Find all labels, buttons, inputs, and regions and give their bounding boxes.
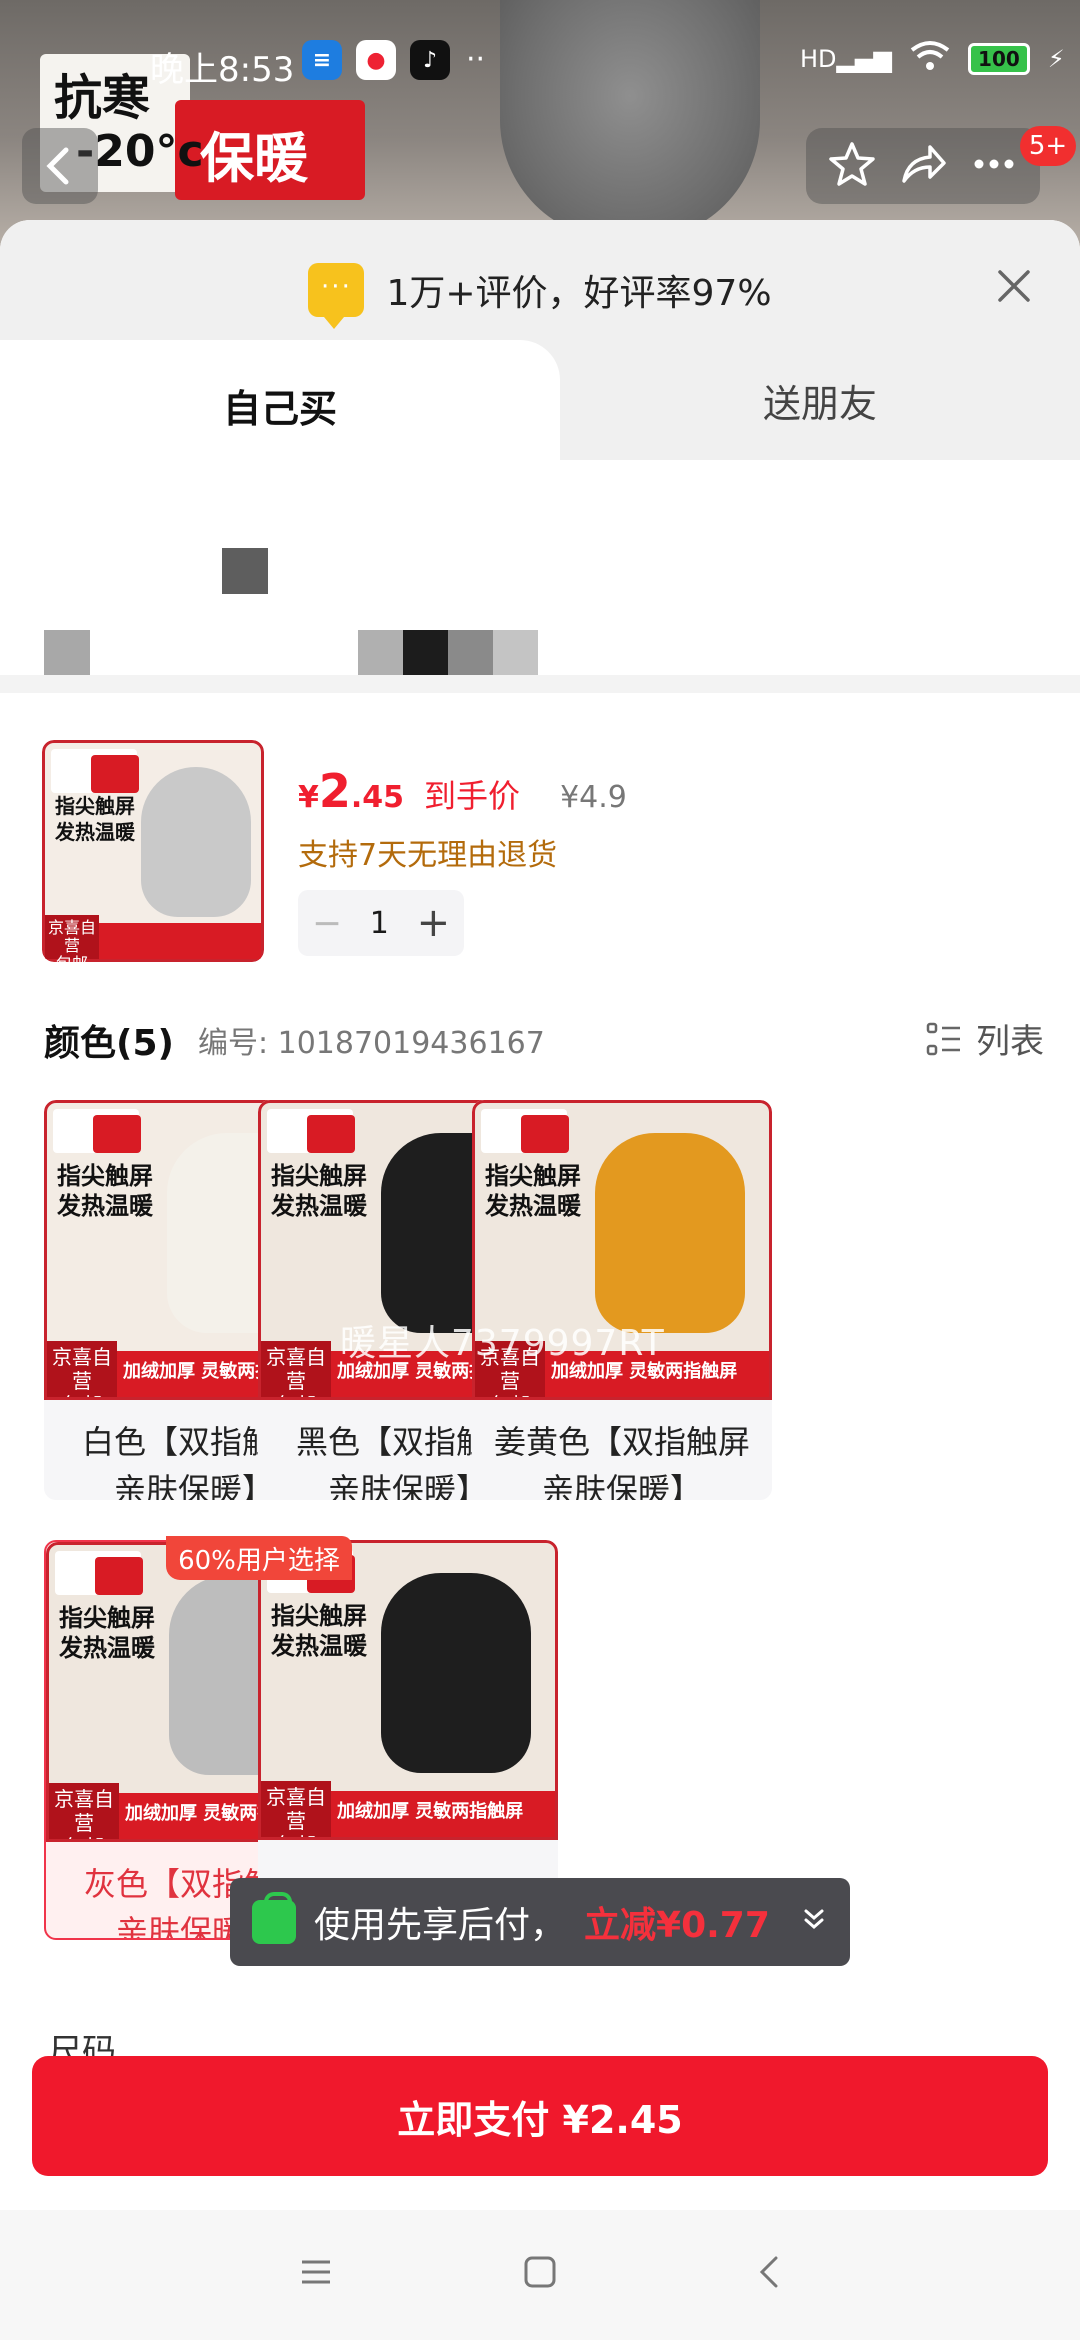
- tiktok-app-icon: ♪: [410, 40, 450, 80]
- image-slogan: 指尖触屏 发热温暖: [485, 1162, 581, 1220]
- home-square-icon: [524, 2256, 556, 2288]
- back-button[interactable]: [22, 128, 98, 204]
- list-icon: [926, 1022, 960, 1055]
- product-summary: 指尖触屏发热温暖 京喜自营包邮 ¥ 2 .45 到手价 ¥4.9 支持7天无理由…: [0, 740, 1080, 962]
- image-slogan: 指尖触屏 发热温暖: [271, 1602, 367, 1660]
- status-app-icons: ≡ ● ♪: [302, 40, 450, 80]
- toast-text: 使用先享后付，: [314, 1905, 567, 1946]
- price-line: ¥ 2 .45 到手价 ¥4.9: [298, 764, 627, 818]
- review-summary: 1万+评价，好评率97%: [386, 273, 772, 314]
- menu-icon: [302, 2260, 330, 2284]
- image-slogan: 指尖触屏 发热温暖: [57, 1162, 153, 1220]
- price-integer: 2: [318, 764, 351, 818]
- color-section-header: 颜色(5) 编号: 10187019436167 列表: [44, 1010, 1044, 1070]
- original-price: ¥4.9: [560, 780, 627, 815]
- charging-icon: ⚡: [1047, 45, 1065, 73]
- glove-image: [595, 1133, 745, 1333]
- menu-button[interactable]: [298, 2254, 334, 2294]
- image-slogan: 指尖触屏 发热温暖: [59, 1604, 155, 1662]
- status-time: 晚上8:53: [150, 50, 295, 90]
- hd-signal-icon: HD▂▄▆: [800, 45, 892, 73]
- section-divider: [0, 675, 1080, 693]
- list-view-toggle[interactable]: 列表: [926, 1014, 1044, 1063]
- close-icon: [998, 270, 1030, 302]
- status-more-dots: ··: [466, 42, 486, 77]
- more-button[interactable]: [969, 139, 1019, 193]
- system-navigation-bar: [0, 2210, 1080, 2340]
- status-bar: 晚上8:53 ≡ ● ♪ ·· HD▂▄▆ 100 ⚡: [0, 0, 1080, 110]
- color-option-label: 姜黄色【双指触屏 亲肤保暖】: [493, 1423, 750, 1500]
- star-icon: [828, 142, 875, 186]
- color-title: 颜色(5): [44, 1023, 174, 1064]
- home-button[interactable]: [522, 2254, 558, 2294]
- message-icon: ···: [308, 263, 365, 329]
- share-icon: [902, 145, 946, 183]
- close-button[interactable]: [992, 264, 1036, 308]
- color-option-ginger[interactable]: 指尖触屏发热温暖 京喜自营包邮 加绒加厚 灵敏两指触屏 姜黄色【双指触屏亲肤保暖…: [472, 1100, 772, 1500]
- tab-buy-self[interactable]: 自己买: [0, 340, 560, 470]
- more-dots-icon: [974, 159, 1014, 169]
- image-slogan: 指尖触屏 发热温暖: [271, 1162, 367, 1220]
- redacted-block: [222, 548, 268, 594]
- product-thumbnail[interactable]: 指尖触屏发热温暖 京喜自营包邮: [42, 740, 264, 962]
- quantity-stepper: − 1 +: [298, 890, 464, 956]
- image-foot-tag: 京喜自营包邮: [261, 1781, 331, 1837]
- hero-badge-red: 保暖: [200, 127, 308, 190]
- user-watermark: 暖星人7379997RT: [340, 1323, 665, 1364]
- top-action-group: [806, 128, 1040, 204]
- status-indicators: HD▂▄▆ 100 ⚡: [800, 40, 1065, 78]
- shopping-bag-icon: [252, 1892, 296, 1944]
- battery-icon: 100: [967, 43, 1030, 75]
- system-back-button[interactable]: [752, 2254, 788, 2294]
- list-label: 列表: [976, 1022, 1044, 1062]
- du-app-icon: ●: [356, 40, 396, 80]
- quantity-value: 1: [369, 905, 389, 941]
- glove-image: [141, 767, 251, 917]
- glove-image: [381, 1573, 531, 1773]
- address-section[interactable]: [0, 460, 1080, 676]
- image-foot-text: 加绒加厚 灵敏两指触屏: [337, 1801, 524, 1822]
- color-option-image: 指尖触屏发热温暖 京喜自营包邮 加绒加厚 灵敏两指触屏: [258, 1540, 558, 1840]
- pay-later-toast[interactable]: 使用先享后付， 立减¥0.77: [230, 1878, 850, 1966]
- pay-now-button[interactable]: 立即支付 ¥2.45: [32, 2056, 1048, 2176]
- chevron-left-icon: [46, 147, 69, 185]
- back-chevron-icon: [759, 2256, 778, 2288]
- product-code: 编号: 10187019436167: [197, 1026, 545, 1061]
- double-chevron-down-icon: [800, 1905, 828, 1940]
- tab-gift-friend[interactable]: 送朋友: [560, 340, 1080, 460]
- review-banner: ··· 1万+评价，好评率97%: [0, 250, 1080, 330]
- thumb-foot-tag: 京喜自营包邮: [45, 915, 99, 962]
- notification-badge: 5+: [1020, 126, 1076, 166]
- thumb-slogan: 指尖触屏 发热温暖: [55, 794, 135, 844]
- wifi-icon: [910, 40, 950, 78]
- increase-button[interactable]: +: [417, 900, 451, 946]
- redacted-block: [358, 630, 538, 676]
- decrease-button[interactable]: −: [312, 903, 342, 944]
- favorite-button[interactable]: [827, 139, 877, 193]
- stack-app-icon: ≡: [302, 40, 342, 80]
- toast-discount: 立减¥0.77: [584, 1905, 770, 1946]
- return-policy: 支持7天无理由退货: [298, 838, 558, 873]
- redacted-block: [44, 630, 90, 676]
- thumb-badge-red: [91, 755, 139, 793]
- image-foot-tag: 京喜自营包邮: [47, 1341, 117, 1397]
- share-button[interactable]: [898, 139, 948, 193]
- image-foot-tag: 京喜自营包邮: [49, 1783, 119, 1839]
- final-price-label: 到手价: [424, 777, 521, 815]
- image-foot-tag: 京喜自营包邮: [261, 1341, 331, 1397]
- price-currency: ¥: [298, 780, 319, 815]
- popular-choice-badge: 60%用户选择: [166, 1536, 352, 1580]
- price-decimal: .45: [350, 780, 405, 815]
